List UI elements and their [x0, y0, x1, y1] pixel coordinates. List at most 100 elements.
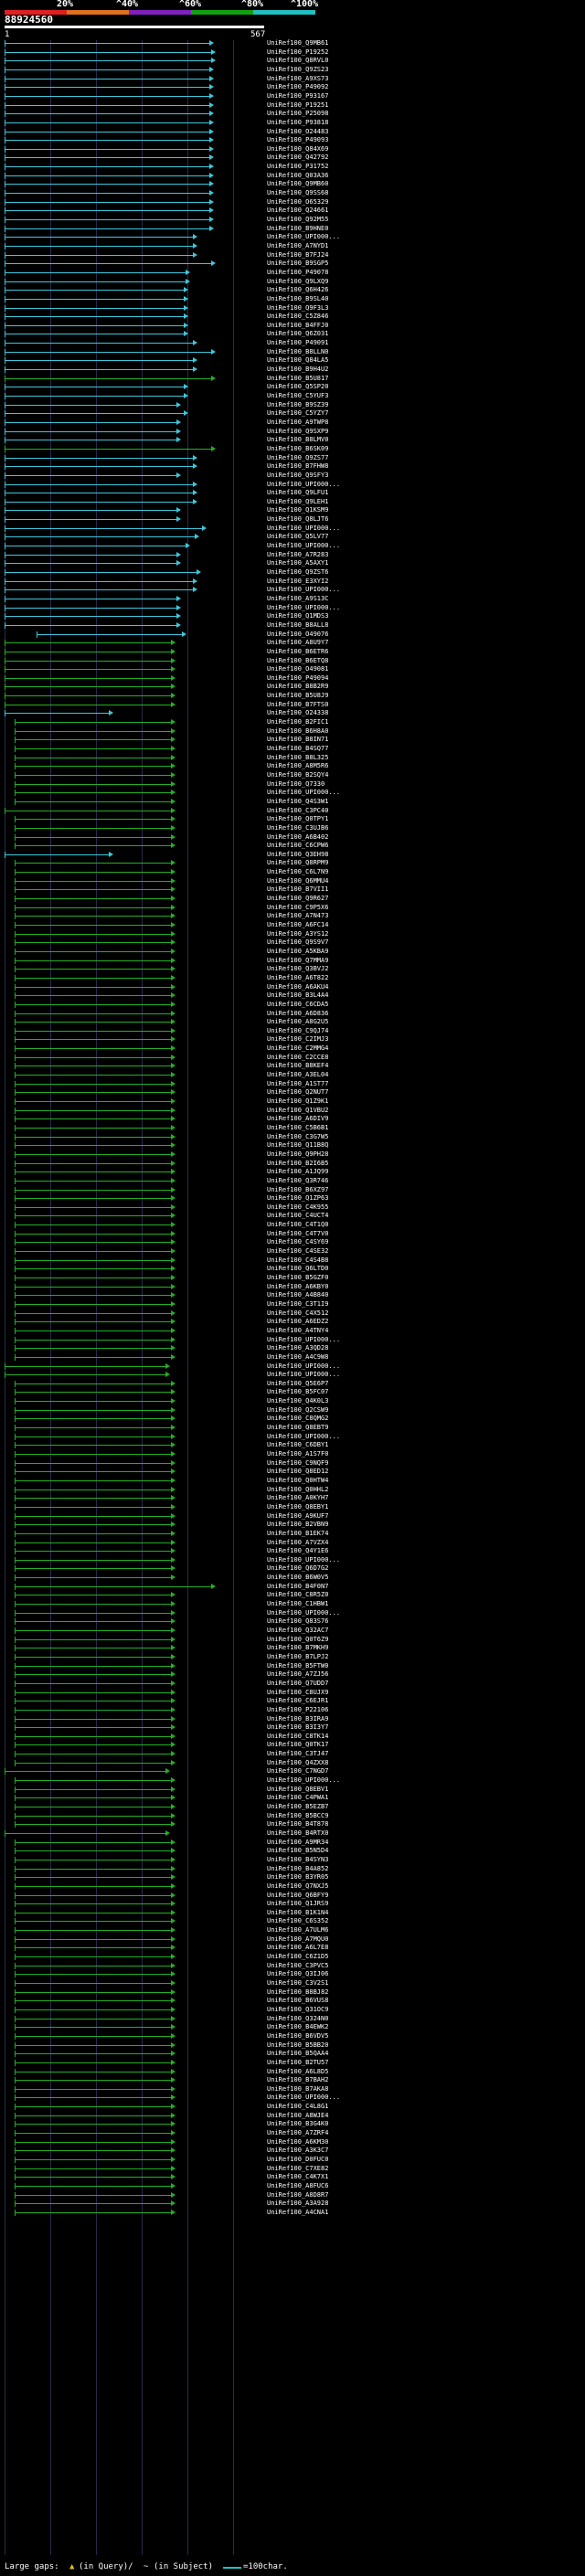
hit-label[interactable]: UniRef100_A6L8D5: [267, 2068, 328, 2075]
hit-bar[interactable]: [15, 1321, 171, 1323]
hit-row[interactable]: UniRef100_P49092: [0, 83, 585, 91]
hit-row[interactable]: UniRef100_A9MR34: [0, 1839, 585, 1846]
hit-row[interactable]: UniRef100_Q3EH98: [0, 851, 585, 858]
hit-label[interactable]: UniRef100_C4S4B8: [267, 1256, 328, 1264]
hit-bar[interactable]: [15, 2150, 171, 2152]
hit-label[interactable]: UniRef100_Q6D7G2: [267, 1564, 328, 1572]
hit-label[interactable]: UniRef100_C8UJX9: [267, 1689, 328, 1696]
hit-label[interactable]: UniRef100_A6KBY0: [267, 1283, 328, 1290]
hit-row[interactable]: UniRef100_Q6H426: [0, 286, 585, 294]
hit-bar[interactable]: [15, 2097, 171, 2099]
hit-label[interactable]: UniRef100_P93818: [267, 119, 328, 126]
hit-row[interactable]: UniRef100_C4K7X1: [0, 2173, 585, 2181]
hit-row[interactable]: UniRef100_A7ZJ56: [0, 1670, 585, 1679]
hit-label[interactable]: UniRef100_Q8RVL0: [267, 57, 328, 64]
hit-row[interactable]: UniRef100_O49076: [0, 631, 585, 638]
hit-row[interactable]: UniRef100_Q324N0: [0, 2015, 585, 2022]
hit-row[interactable]: UniRef100_UPI000...: [0, 2094, 585, 2102]
hit-bar[interactable]: [15, 1224, 171, 1226]
hit-label[interactable]: UniRef100_C8TK14: [267, 1733, 328, 1740]
hit-label[interactable]: UniRef100_P49094: [267, 674, 328, 682]
hit-label[interactable]: UniRef100_Q1KSM9: [267, 506, 328, 514]
hit-bar[interactable]: [15, 1065, 171, 1067]
hit-label[interactable]: UniRef100_Q5LV77: [267, 533, 328, 540]
hit-label[interactable]: UniRef100_UPI000...: [267, 789, 340, 796]
hit-row[interactable]: UniRef100_Q11B8Q: [0, 1141, 585, 1150]
hit-bar[interactable]: [15, 2211, 171, 2213]
hit-row[interactable]: UniRef100_A7NYD1: [0, 242, 585, 249]
hit-row[interactable]: UniRef100_A6EDZ2: [0, 1318, 585, 1326]
hit-label[interactable]: UniRef100_A9MR34: [267, 1839, 328, 1846]
hit-bar[interactable]: [5, 210, 209, 212]
hit-row[interactable]: UniRef100_Q9MB60: [0, 180, 585, 188]
hit-label[interactable]: UniRef100_B5N5D4: [267, 1847, 328, 1854]
hit-bar[interactable]: [5, 166, 209, 168]
hit-bar[interactable]: [5, 686, 171, 688]
hit-bar[interactable]: [15, 827, 171, 829]
hit-row[interactable]: UniRef100_A8U9Y7: [0, 639, 585, 647]
hit-bar[interactable]: [5, 430, 176, 432]
hit-bar[interactable]: [15, 1727, 171, 1729]
hit-row[interactable]: UniRef100_P25098: [0, 110, 585, 118]
hit-row[interactable]: UniRef100_C4SE32: [0, 1247, 585, 1256]
hit-row[interactable]: UniRef100_B5U8J9: [0, 692, 585, 700]
hit-bar[interactable]: [5, 184, 209, 186]
hit-row[interactable]: UniRef100_B4A852: [0, 1865, 585, 1872]
hit-bar[interactable]: [15, 1621, 171, 1623]
hit-row[interactable]: UniRef100_Q9S9V7: [0, 938, 585, 947]
hit-bar[interactable]: [5, 87, 209, 89]
hit-label[interactable]: UniRef100_B4SQ77: [267, 745, 328, 752]
hit-row[interactable]: UniRef100_Q1MDS3: [0, 612, 585, 620]
hit-label[interactable]: UniRef100_UPI000...: [267, 542, 340, 549]
hit-label[interactable]: UniRef100_Q31OC9: [267, 2006, 328, 2013]
hit-row[interactable]: UniRef100_Q6MMU4: [0, 877, 585, 885]
hit-row[interactable]: UniRef100_B5U817: [0, 375, 585, 382]
hit-row[interactable]: UniRef100_B6SK09: [0, 445, 585, 452]
hit-label[interactable]: UniRef100_A8D8R7: [267, 2191, 328, 2199]
hit-bar[interactable]: [15, 1797, 171, 1799]
hit-bar[interactable]: [15, 1479, 171, 1481]
hit-label[interactable]: UniRef100_B7AKA8: [267, 2085, 328, 2093]
hit-row[interactable]: UniRef100_B9SL40: [0, 295, 585, 302]
hit-row[interactable]: UniRef100_Q7NXJ5: [0, 1882, 585, 1890]
hit-label[interactable]: UniRef100_A6L7E8: [267, 1944, 328, 1951]
hit-bar[interactable]: [15, 1604, 171, 1606]
hit-row[interactable]: UniRef100_B6XZ97: [0, 1186, 585, 1193]
hit-bar[interactable]: [15, 880, 171, 882]
hit-row[interactable]: UniRef100_B8LMV0: [0, 436, 585, 444]
hit-label[interactable]: UniRef100_Q1Z9K1: [267, 1097, 328, 1105]
hit-row[interactable]: UniRef100_A6D836: [0, 1010, 585, 1017]
hit-bar[interactable]: [15, 1127, 171, 1129]
hit-row[interactable]: UniRef100_Q8ED12: [0, 1468, 585, 1476]
hit-label[interactable]: UniRef100_Q6H426: [267, 286, 328, 293]
hit-label[interactable]: UniRef100_Q9ZS77: [267, 454, 328, 461]
hit-label[interactable]: UniRef100_B7MKH9: [267, 1644, 328, 1651]
hit-label[interactable]: UniRef100_A3YS12: [267, 930, 328, 938]
hit-label[interactable]: UniRef100_A4B840: [267, 1291, 328, 1299]
hit-label[interactable]: UniRef100_Q1ZP63: [267, 1194, 328, 1202]
hit-label[interactable]: UniRef100_Q7330: [267, 780, 324, 788]
hit-row[interactable]: UniRef100_C4T1Q0: [0, 1221, 585, 1229]
hit-bar[interactable]: [15, 1401, 171, 1403]
hit-label[interactable]: UniRef100_C7NGD7: [267, 1767, 328, 1775]
hit-row[interactable]: UniRef100_A5AXY1: [0, 559, 585, 567]
hit-bar[interactable]: [15, 1048, 171, 1050]
hit-label[interactable]: UniRef100_A7N473: [267, 912, 328, 919]
hit-label[interactable]: UniRef100_B1K1N4: [267, 1909, 328, 1916]
hit-bar[interactable]: [15, 863, 171, 864]
hit-bar[interactable]: [15, 1259, 171, 1261]
hit-label[interactable]: UniRef100_Q9F3L3: [267, 304, 328, 312]
hit-row[interactable]: UniRef100_C1HBW1: [0, 1600, 585, 1608]
hit-bar[interactable]: [5, 237, 193, 239]
hit-label[interactable]: UniRef100_C1HBW1: [267, 1600, 328, 1607]
hit-row[interactable]: UniRef100_Q3IJ06: [0, 1970, 585, 1978]
hit-row[interactable]: UniRef100_UPI000...: [0, 1556, 585, 1564]
hit-bar[interactable]: [5, 51, 211, 53]
hit-label[interactable]: UniRef100_Q92M55: [267, 216, 328, 223]
hit-label[interactable]: UniRef100_B5BCC9: [267, 1812, 328, 1819]
hit-bar[interactable]: [15, 1780, 171, 1782]
hit-bar[interactable]: [15, 1180, 171, 1182]
hit-row[interactable]: UniRef100_A8G2U5: [0, 1018, 585, 1026]
hit-row[interactable]: UniRef100_Q9SS68: [0, 189, 585, 197]
hit-bar[interactable]: [15, 1392, 171, 1394]
